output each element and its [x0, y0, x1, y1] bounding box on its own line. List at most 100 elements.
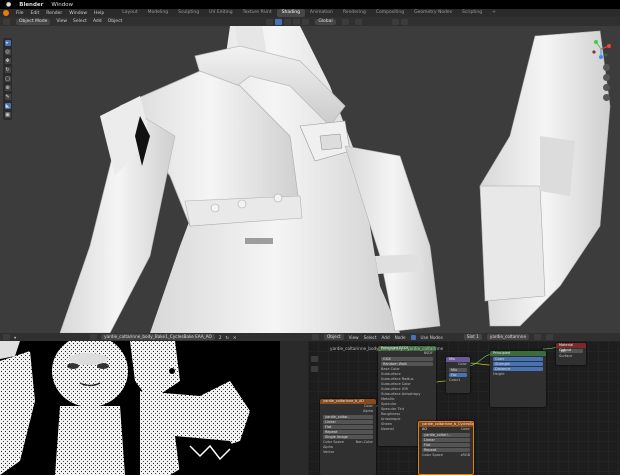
node-distribution-field[interactable]: GGX [381, 357, 433, 361]
node-field[interactable]: Distance [493, 367, 543, 371]
material-name-field[interactable]: yardie_coltarinne [486, 334, 530, 340]
rotate-tool-icon[interactable]: ↻ [4, 67, 11, 73]
node-field[interactable]: Color [493, 357, 543, 361]
tab-compositing[interactable]: Compositing [371, 9, 409, 17]
node-interp-field[interactable]: Linear [323, 420, 373, 424]
image-reload-button[interactable]: ↻ [225, 335, 229, 340]
menu-edit[interactable]: Edit [31, 11, 40, 16]
workspace-tabs: Layout Modeling Sculpting UV Editing Tex… [117, 9, 501, 17]
gizmo-toggle-icon[interactable] [400, 18, 408, 25]
node-interp-field[interactable]: Linear [422, 438, 470, 442]
viewport-filter-icon[interactable] [391, 18, 399, 25]
os-window-menu[interactable]: Window [51, 2, 73, 8]
shader-type-dropdown[interactable]: Object [324, 334, 344, 340]
app-name[interactable]: Blender [19, 2, 43, 8]
tab-uv-editing[interactable]: UV Editing [204, 9, 237, 17]
menu-help[interactable]: Help [94, 11, 104, 16]
material-preview-icon[interactable] [284, 18, 292, 25]
solid-shading-icon[interactable] [275, 18, 283, 25]
node-editor-type-icon[interactable] [312, 334, 319, 340]
image-browse-icon[interactable] [90, 334, 98, 340]
overlay-icon[interactable] [266, 18, 274, 25]
move-tool-icon[interactable]: ✥ [4, 58, 11, 64]
node-editor-canvas[interactable]: yardie_coltarinne_b_AO Color Alpha yardi… [308, 341, 620, 475]
select-tool-icon[interactable]: ▸ [4, 40, 11, 46]
node-fac-field[interactable]: Fac [449, 373, 467, 377]
tab-scripting[interactable]: Scripting [457, 9, 487, 17]
editor-type-icon[interactable] [3, 18, 10, 25]
proportional-icon[interactable] [354, 18, 362, 25]
node-image-texture[interactable]: yardie_coltarinne_b_AO Color Alpha yardi… [320, 399, 376, 475]
node-annotate-icon[interactable] [311, 366, 318, 372]
viewport-menu-select[interactable]: Select [73, 19, 87, 24]
node-select-icon[interactable] [311, 356, 318, 362]
slot-dropdown[interactable]: Slot 1 [463, 334, 482, 340]
node-proj-field[interactable]: Flat [422, 443, 470, 447]
node-ext-field[interactable]: Repeat [422, 448, 470, 452]
tab-shading[interactable]: Shading [276, 9, 305, 17]
viewport-menu-view[interactable]: View [56, 19, 67, 24]
add-cube-tool-icon[interactable]: ▣ [4, 112, 11, 118]
node-sss-method-field[interactable]: Random Walk [381, 362, 433, 366]
node-field[interactable]: Strength [493, 362, 543, 366]
os-menu-bar: ● Blender Window [0, 0, 620, 9]
cursor-tool-icon[interactable]: ◎ [4, 49, 11, 55]
material-fake-user-icon[interactable] [534, 334, 542, 340]
node-menu-add[interactable]: Add [382, 335, 390, 340]
node-blend-field[interactable]: Mix [449, 368, 467, 372]
tab-layout[interactable]: Layout [117, 9, 142, 17]
tab-sculpting[interactable]: Sculpting [173, 9, 204, 17]
measure-tool-icon[interactable]: ◣ [4, 103, 11, 109]
tab-modeling[interactable]: Modeling [143, 9, 173, 17]
material-new-icon[interactable] [546, 334, 554, 340]
add-workspace-button[interactable]: + [487, 9, 501, 17]
baked-ao-image[interactable] [0, 341, 280, 475]
node-ext-field[interactable]: Repeat [323, 430, 373, 434]
perspective-toggle-icon[interactable] [603, 94, 610, 101]
tab-animation[interactable]: Animation [305, 9, 338, 17]
navigation-gizmo-icon[interactable] [590, 38, 612, 60]
menu-file[interactable]: File [16, 11, 24, 16]
mode-dropdown[interactable]: Object Mode [16, 18, 51, 25]
node-image-texture-2[interactable]: yardie_coltarinne_b_CyclesBake AO Color … [418, 421, 474, 475]
orientation-dropdown[interactable]: Global [315, 18, 336, 25]
image-users-count[interactable]: 2 [219, 335, 222, 340]
camera-view-icon[interactable] [603, 84, 610, 91]
transform-tool-icon[interactable]: ⊕ [4, 85, 11, 91]
visibility-icon[interactable] [302, 18, 310, 25]
image-editor-type-icon[interactable] [3, 334, 10, 340]
use-nodes-checkbox[interactable] [410, 334, 416, 340]
node-header: Principled [490, 351, 546, 356]
tab-texture-paint[interactable]: Texture Paint [238, 9, 277, 17]
menu-render[interactable]: Render [46, 11, 62, 16]
tab-rendering[interactable]: Rendering [338, 9, 371, 17]
annotate-tool-icon[interactable]: ✎ [4, 94, 11, 100]
node-image-field[interactable]: yardie_coltari... [422, 433, 470, 437]
viewport-menu-object[interactable]: Object [108, 19, 123, 24]
rendered-icon[interactable] [293, 18, 301, 25]
snap-icon[interactable] [341, 18, 349, 25]
node-principled-right[interactable]: Principled Color Strength Distance Heigh… [490, 351, 546, 407]
viewport-menu-add[interactable]: Add [93, 19, 102, 24]
node-proj-field[interactable]: Flat [323, 425, 373, 429]
node-menu-select[interactable]: Select [364, 335, 377, 340]
menu-window[interactable]: Window [69, 11, 87, 16]
node-color1: Color1 [449, 378, 461, 382]
node-material-output[interactable]: Material Output All Surface [556, 343, 586, 365]
image-name-field[interactable]: yardie_coltarinne_body_Bake1_CyclesBake … [101, 334, 215, 340]
blender-logo-icon[interactable] [3, 10, 9, 16]
pan-icon[interactable] [603, 74, 610, 81]
image-editor-view-menu[interactable]: ▾ [14, 335, 16, 340]
node-menu-view[interactable]: View [349, 335, 359, 340]
image-unlink-button[interactable]: ✕ [233, 335, 237, 340]
node-image-field[interactable]: yardie_coltar.. [323, 415, 373, 419]
tab-geometry-nodes[interactable]: Geometry Nodes [409, 9, 457, 17]
node-mix[interactable]: Mix Color Mix Fac Color1 [446, 357, 470, 393]
node-source-field[interactable]: Single Image [323, 435, 373, 439]
node-menu-node[interactable]: Node [395, 335, 406, 340]
zoom-icon[interactable] [603, 64, 610, 71]
node-header: Material Output [556, 343, 586, 352]
scale-tool-icon[interactable]: ▢ [4, 76, 11, 82]
3d-viewport[interactable] [0, 26, 620, 333]
apple-icon[interactable]: ● [6, 1, 11, 8]
